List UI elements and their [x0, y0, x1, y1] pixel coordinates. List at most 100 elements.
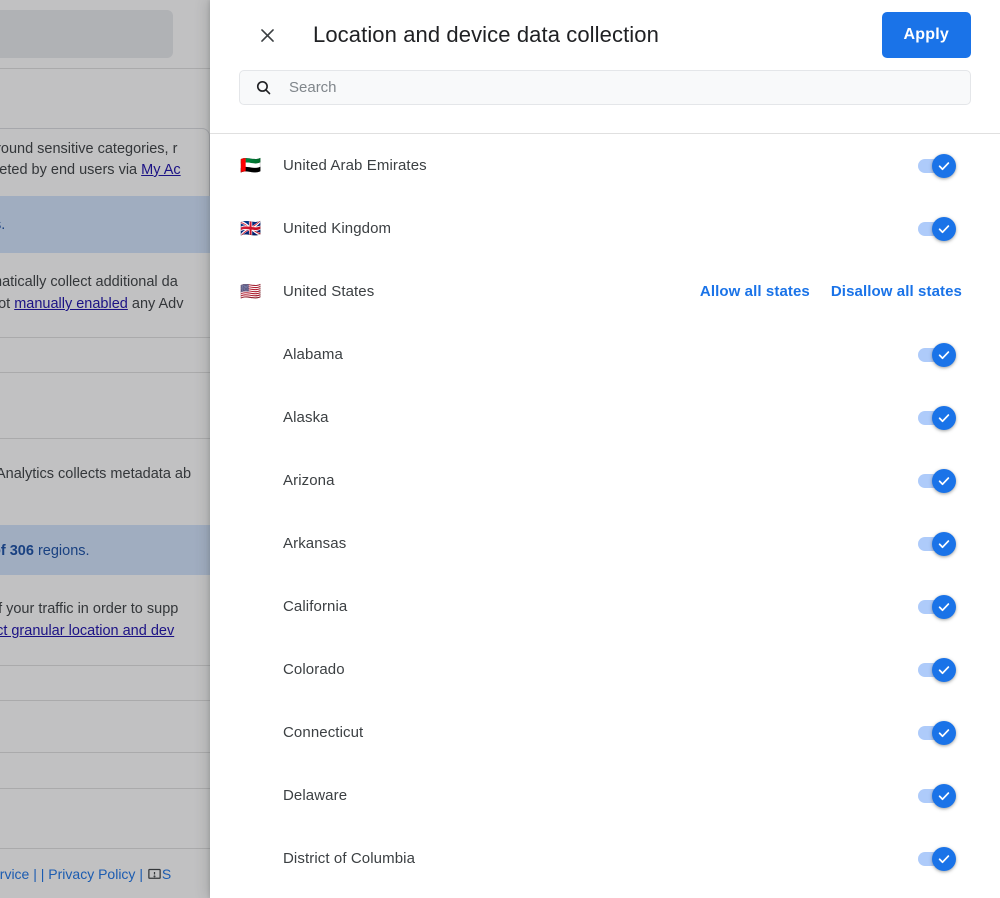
allow-toggle[interactable] — [918, 342, 956, 367]
bg-text-fragment: regions. — [33, 543, 90, 559]
bg-divider — [0, 752, 210, 753]
state-row[interactable]: Connecticut — [210, 701, 1000, 764]
bg-paragraph-line: matically collect additional da — [0, 274, 178, 290]
country-name-label: United Kingdom — [283, 220, 392, 237]
terms-of-service-link[interactable]: ervice | — [0, 866, 41, 882]
country-flag-icon: 🇬🇧 — [240, 219, 262, 238]
state-name-label: Arkansas — [283, 535, 347, 552]
country-flag-icon: 🇦🇪 — [240, 156, 262, 175]
bg-highlight-text: s. — [0, 217, 6, 233]
bg-divider — [0, 337, 210, 338]
state-name-label: Connecticut — [283, 724, 364, 741]
allow-toggle[interactable] — [918, 153, 956, 178]
check-icon — [938, 728, 950, 737]
close-icon[interactable] — [248, 16, 286, 54]
state-row[interactable]: Arkansas — [210, 512, 1000, 575]
bg-placeholder-block — [0, 10, 173, 58]
country-row[interactable]: 🇺🇸 United States Allow all states Disallow … — [210, 260, 1000, 323]
check-icon — [938, 539, 950, 548]
toggle-thumb — [932, 216, 956, 241]
allow-toggle[interactable] — [918, 783, 956, 808]
row-actions — [918, 468, 971, 493]
bg-text-fragment: not — [0, 296, 11, 312]
bg-divider — [0, 665, 210, 666]
disallow-all-states-link[interactable]: Disallow all states — [831, 279, 962, 304]
check-icon — [938, 161, 950, 170]
bg-divider — [0, 848, 210, 849]
apply-button[interactable]: Apply — [881, 12, 971, 58]
allow-toggle[interactable] — [918, 846, 956, 871]
allow-toggle[interactable] — [918, 405, 956, 430]
bg-text-fragment: eleted by end users via — [0, 162, 142, 178]
check-icon — [938, 602, 950, 611]
toggle-thumb — [932, 657, 956, 682]
bg-highlight-text: of 306 regions. — [0, 541, 90, 563]
state-row[interactable]: California — [210, 575, 1000, 638]
bg-divider — [0, 438, 210, 439]
bg-divider — [0, 372, 210, 373]
footer-separator: | — [135, 866, 147, 882]
check-icon — [938, 476, 950, 485]
check-icon — [938, 854, 950, 863]
privacy-policy-link[interactable]: Privacy Policy — [48, 866, 135, 882]
allow-toggle[interactable] — [918, 657, 956, 682]
row-actions — [918, 783, 971, 808]
row-actions — [918, 594, 971, 619]
state-row[interactable]: Alabama — [210, 323, 1000, 386]
row-actions — [918, 153, 971, 178]
state-name-label: Delaware — [283, 787, 348, 804]
bg-highlight-band — [0, 196, 210, 253]
bg-paragraph-line: not manually enabled any Adv — [0, 294, 183, 316]
allow-toggle[interactable] — [918, 594, 956, 619]
state-row[interactable]: Arizona — [210, 449, 1000, 512]
granular-location-link[interactable]: ect granular location and dev — [0, 621, 174, 643]
state-row[interactable]: Colorado — [210, 638, 1000, 701]
page-title: Location and device data collection — [313, 22, 659, 47]
bg-paragraph-line: of your traffic in order to supp — [0, 601, 179, 617]
check-icon — [938, 791, 950, 800]
bg-text-fragment: any Adv — [127, 296, 184, 312]
allow-toggle[interactable] — [918, 216, 956, 241]
state-name-label: Arizona — [283, 472, 335, 489]
allow-toggle[interactable] — [918, 720, 956, 745]
search-icon — [254, 79, 272, 97]
state-name-label: Alabama — [283, 346, 343, 363]
state-row[interactable]: Alaska — [210, 386, 1000, 449]
toggle-thumb — [932, 846, 956, 871]
row-actions: Allow all states Disallow all states — [700, 279, 971, 304]
search-input[interactable] — [289, 71, 958, 104]
manually-enabled-link[interactable]: manually enabled — [14, 296, 128, 312]
send-feedback-link[interactable]: S — [162, 866, 171, 882]
country-flag-icon: 🇺🇸 — [240, 282, 262, 301]
panel-header: Location and device data collection Appl… — [210, 0, 1000, 70]
bg-divider — [0, 788, 210, 789]
toggle-thumb — [932, 153, 956, 178]
allow-all-states-link[interactable]: Allow all states — [700, 279, 810, 304]
row-actions — [918, 657, 971, 682]
row-actions — [918, 531, 971, 556]
bg-region-count: of 306 — [0, 543, 34, 559]
toggle-thumb — [932, 405, 956, 430]
toggle-thumb — [932, 468, 956, 493]
bg-divider — [0, 700, 210, 701]
country-row[interactable]: 🇬🇧 United Kingdom — [210, 197, 1000, 260]
state-name-label: California — [283, 598, 348, 615]
state-name-label: Colorado — [283, 661, 345, 678]
search-area — [210, 70, 1000, 133]
allow-toggle[interactable] — [918, 468, 956, 493]
country-row[interactable]: 🇦🇪 United Arab Emirates — [210, 134, 1000, 197]
row-actions — [918, 216, 971, 241]
allow-toggle[interactable] — [918, 531, 956, 556]
state-name-label: Alaska — [283, 409, 329, 426]
check-icon — [938, 665, 950, 674]
search-box[interactable] — [239, 70, 971, 105]
bg-paragraph-line: Analytics collects metadata ab — [0, 466, 192, 482]
state-row[interactable]: District of Columbia — [210, 827, 1000, 890]
my-activity-link[interactable]: My Ac — [141, 162, 180, 178]
bg-paragraph-line: around sensitive categories, r — [0, 141, 178, 157]
bg-paragraph-line: eleted by end users via My Ac — [0, 160, 181, 182]
state-row[interactable]: Delaware — [210, 764, 1000, 827]
feedback-icon[interactable] — [147, 867, 162, 888]
country-name-label: United States — [283, 283, 375, 300]
row-actions — [918, 342, 971, 367]
